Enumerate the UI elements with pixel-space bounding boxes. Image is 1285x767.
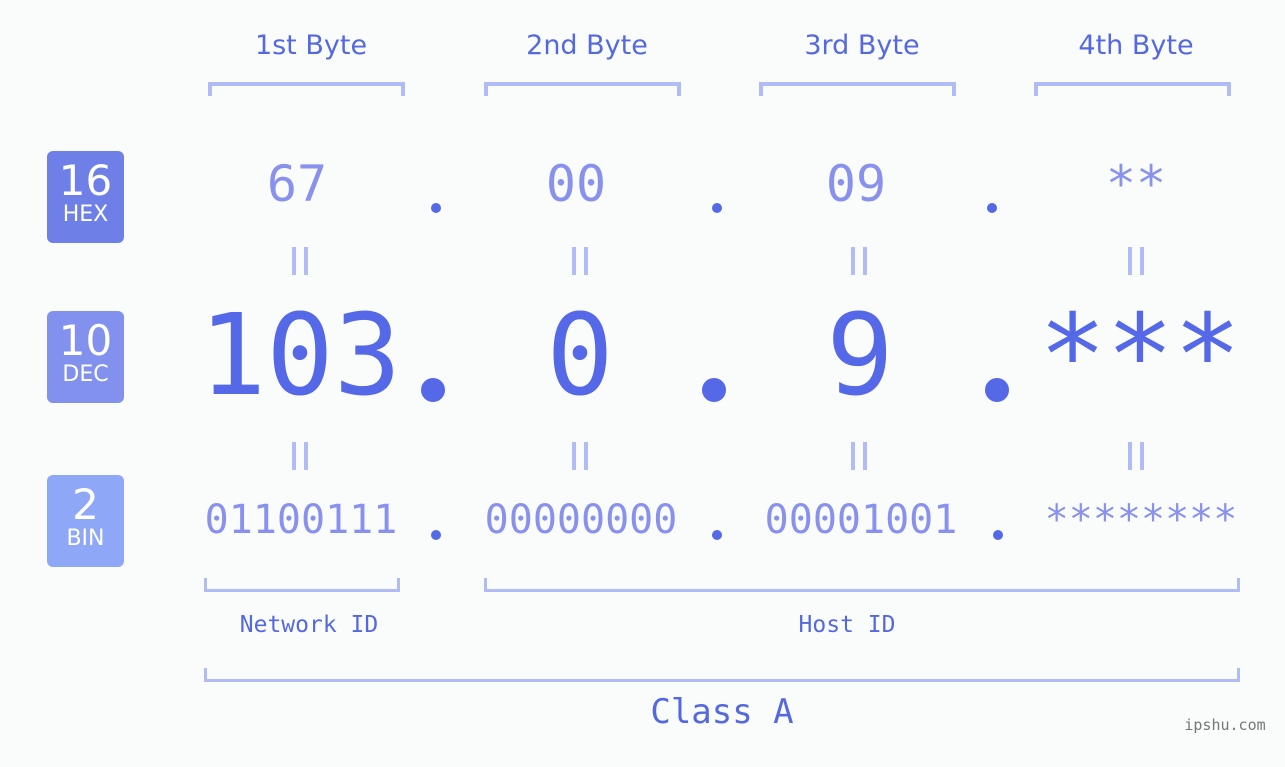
equals-icon xyxy=(572,442,588,470)
dec-value-1: 103 xyxy=(198,291,402,421)
equals-icon xyxy=(572,247,588,275)
equals-icon xyxy=(1128,442,1144,470)
byte-header-1: 1st Byte xyxy=(254,30,368,61)
hex-value-1: 67 xyxy=(266,155,328,213)
equals-icon xyxy=(1128,247,1144,275)
bin-dot xyxy=(712,530,722,540)
bin-base: 2 xyxy=(72,480,99,529)
bin-badge: 2 BIN xyxy=(47,475,124,567)
hex-value-4: ** xyxy=(1105,155,1167,213)
watermark: ipshu.com xyxy=(1184,716,1266,734)
hex-value-2: 00 xyxy=(545,155,607,213)
hex-dot xyxy=(431,203,441,213)
class-label: Class A xyxy=(650,692,794,732)
dec-value-2: 0 xyxy=(546,291,614,421)
bin-dot xyxy=(431,530,441,540)
equals-icon xyxy=(851,247,867,275)
bin-value-2: 00000000 xyxy=(484,497,678,543)
network-id-bracket xyxy=(204,578,400,592)
class-bracket xyxy=(204,668,1240,682)
dec-base: 10 xyxy=(58,316,113,365)
dec-dot xyxy=(702,378,726,402)
bin-dot xyxy=(993,530,1003,540)
equals-icon xyxy=(292,247,308,275)
byte-bracket-3 xyxy=(759,82,956,96)
host-id-bracket xyxy=(484,578,1240,592)
byte-header-4: 4th Byte xyxy=(1078,30,1194,61)
dec-dot xyxy=(985,378,1009,402)
bin-value-3: 00001001 xyxy=(764,497,958,543)
hex-badge: 16 HEX xyxy=(47,151,124,243)
hex-dot xyxy=(712,203,722,213)
byte-bracket-1 xyxy=(208,82,405,96)
bin-value-4: ******** xyxy=(1044,497,1238,543)
hex-base: 16 xyxy=(58,156,113,205)
hex-label: HEX xyxy=(62,202,109,227)
bin-label: BIN xyxy=(66,526,105,551)
dec-label: DEC xyxy=(62,362,109,387)
byte-bracket-2 xyxy=(484,82,681,96)
dec-dot xyxy=(421,378,445,402)
byte-header-3: 3rd Byte xyxy=(804,30,920,61)
dec-value-4: *** xyxy=(1038,291,1242,421)
dec-badge: 10 DEC xyxy=(47,311,124,403)
dec-value-3: 9 xyxy=(826,291,894,421)
byte-header-2: 2nd Byte xyxy=(526,30,648,61)
host-id-label: Host ID xyxy=(798,612,896,638)
hex-value-3: 09 xyxy=(825,155,887,213)
bin-value-1: 01100111 xyxy=(204,497,398,543)
byte-bracket-4 xyxy=(1034,82,1231,96)
network-id-label: Network ID xyxy=(239,612,379,638)
hex-dot xyxy=(987,203,997,213)
equals-icon xyxy=(292,442,308,470)
equals-icon xyxy=(851,442,867,470)
